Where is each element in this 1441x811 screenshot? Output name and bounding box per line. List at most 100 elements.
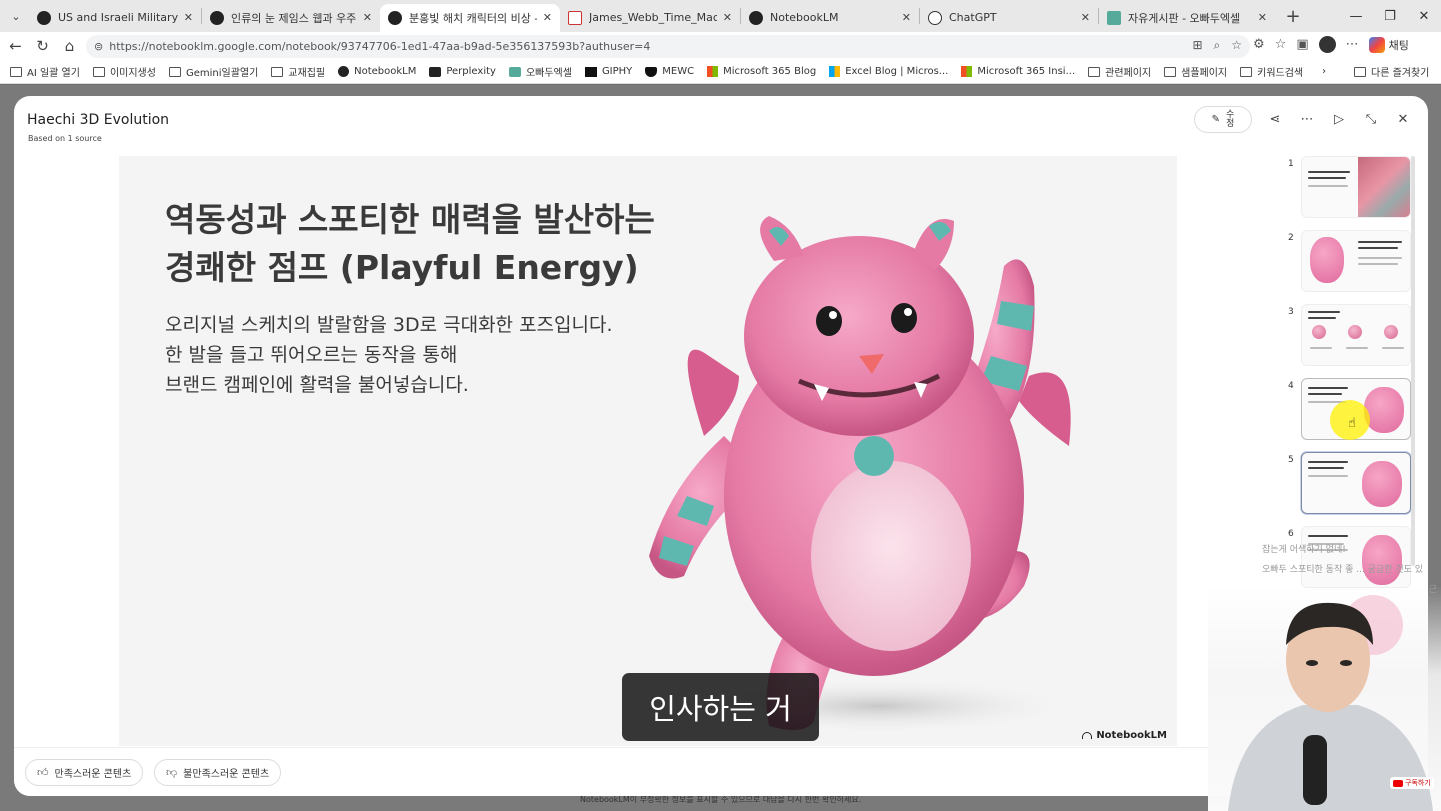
copilot-button[interactable]: 채팅: [1368, 36, 1409, 53]
notebooklm-icon: [37, 10, 51, 25]
notebooklm-icon: [210, 10, 224, 25]
current-slide: 역동성과 스포티한 매력을 발산하는 경쾌한 점프 (Playful Energ…: [119, 156, 1177, 746]
back-icon[interactable]: ←: [2, 37, 29, 55]
close-icon[interactable]: ✕: [1081, 11, 1090, 24]
bookmark-item[interactable]: Gemini일괄열기: [168, 64, 259, 79]
slide-watermark: NotebookLM: [1082, 730, 1167, 741]
minimize-icon[interactable]: —: [1339, 0, 1373, 32]
thumb-text: [1308, 171, 1350, 173]
bookmark-item[interactable]: Perplexity: [429, 66, 496, 77]
bookmark-item[interactable]: 교재집필: [271, 64, 325, 79]
slide-thumbnail[interactable]: 2: [1282, 230, 1422, 292]
tab-title: James_Webb_Time_Machine_(2).p: [589, 11, 717, 24]
more-menu-icon[interactable]: ⋯: [1346, 37, 1359, 52]
home-icon[interactable]: ⌂: [56, 37, 83, 55]
bookmark-item[interactable]: GIPHY: [584, 66, 633, 77]
browser-tab[interactable]: ChatGPT ✕: [920, 4, 1098, 32]
address-bar[interactable]: ⊜ https://notebooklm.google.com/notebook…: [86, 35, 1250, 58]
collapse-icon[interactable]: ⤡: [1362, 112, 1380, 127]
bookmark-item[interactable]: 샘플페이지: [1164, 64, 1227, 79]
bookmark-item[interactable]: 이미지생성: [92, 64, 156, 79]
giphy-icon: [584, 66, 597, 77]
chat-message: 잡는게 어색하기 없네!: [1262, 545, 1346, 555]
notebooklm-logo-icon: [1082, 732, 1093, 739]
browser-tab[interactable]: NotebookLM ✕: [741, 4, 919, 32]
tab-search-icon[interactable]: ⌄: [3, 4, 29, 28]
bookmark-label: Gemini일괄열기: [185, 68, 259, 79]
thumb-text: [1308, 311, 1340, 313]
window-close-icon[interactable]: ✕: [1407, 0, 1441, 32]
bookmark-item[interactable]: 키워드검색: [1240, 64, 1303, 79]
folder-icon: [271, 66, 284, 77]
extensions-icon[interactable]: ⚙: [1253, 37, 1265, 52]
hand-cursor-icon: ☝: [1348, 416, 1356, 431]
thumb-text: [1358, 247, 1398, 249]
board-icon: [508, 66, 521, 77]
zoom-icon[interactable]: ⌕: [1214, 38, 1221, 53]
bookmark-item[interactable]: NotebookLM: [338, 66, 416, 77]
browser-tab[interactable]: US and Israeli Military Strikes Deci ✕: [29, 4, 201, 32]
collections-icon[interactable]: ▣: [1296, 37, 1308, 52]
restore-icon[interactable]: ❐: [1373, 0, 1407, 32]
browser-tab[interactable]: 자유게시판 - 오빠두엑셀 ✕: [1099, 4, 1275, 32]
bookmark-item[interactable]: Microsoft 365 Insi...: [961, 66, 1075, 77]
notebooklm-icon: [749, 10, 763, 25]
bookmark-item[interactable]: MEWC: [645, 66, 694, 77]
favorite-star-icon[interactable]: ☆: [1231, 38, 1242, 53]
new-tab-button[interactable]: +: [1279, 6, 1307, 27]
thumbnail-preview: [1301, 304, 1411, 366]
slide-thumbnail[interactable]: 3: [1282, 304, 1422, 366]
thumbnail-number: 4: [1288, 381, 1294, 391]
bookmark-item[interactable]: 오빠두엑셀: [508, 64, 572, 79]
thumb-text: [1346, 347, 1368, 349]
close-icon[interactable]: ✕: [363, 11, 372, 24]
slide-thumbnail-selected[interactable]: 5: [1282, 452, 1422, 514]
close-icon[interactable]: ✕: [1258, 11, 1267, 24]
thumbs-down-button[interactable]: 👎︎ 불만족스러운 콘텐츠: [154, 759, 282, 786]
other-bookmarks[interactable]: 다른 즐겨찾기: [1354, 64, 1429, 79]
site-info-icon[interactable]: ⊜: [94, 40, 103, 53]
browser-tab-active[interactable]: 분홍빛 해치 캐릭터의 비상 - Note ✕: [380, 3, 560, 32]
copilot-icon: [1368, 36, 1385, 53]
thumbnail-scrollbar[interactable]: [1411, 156, 1415, 566]
bookmark-label: GIPHY: [601, 66, 633, 77]
close-icon[interactable]: ✕: [723, 11, 732, 24]
watermark-text: NotebookLM: [1096, 730, 1167, 741]
browser-tab[interactable]: James_Webb_Time_Machine_(2).p ✕: [560, 4, 740, 32]
play-icon[interactable]: ▷: [1330, 112, 1348, 127]
slide-body-line: 오리지널 스케치의 발랄함을 3D로 극대화한 포즈입니다.: [165, 314, 613, 336]
browser-tab[interactable]: 인류의 눈 제임스 웹과 우주 탐구의 ✕: [202, 4, 380, 32]
app-install-icon[interactable]: ⊞: [1192, 38, 1202, 53]
subscribe-label: 구독하기: [1405, 779, 1431, 787]
edit-button[interactable]: ✎ 수정: [1194, 106, 1252, 133]
thumb-text: [1308, 387, 1348, 389]
feedback-label: 만족스러운 콘텐츠: [54, 769, 132, 780]
close-icon[interactable]: ✕: [902, 11, 911, 24]
bookmark-item[interactable]: Microsoft 365 Blog: [707, 66, 816, 77]
slide-thumbnail[interactable]: 1: [1282, 156, 1422, 218]
slide-body: 오리지널 스케치의 발랄함을 3D로 극대화한 포즈입니다. 한 발을 들고 뛰…: [165, 310, 685, 400]
profile-avatar[interactable]: [1318, 36, 1336, 53]
share-icon[interactable]: ⋖: [1266, 112, 1284, 127]
tab-title: 인류의 눈 제임스 웹과 우주 탐구의: [231, 11, 357, 25]
slide-thumbnail[interactable]: 4 ☝: [1282, 378, 1422, 440]
bookmarks-bar: AI 일괄 열기 이미지생성 Gemini일괄열기 교재집필 NotebookL…: [0, 60, 1441, 84]
favorites-icon[interactable]: ☆: [1275, 37, 1287, 52]
close-icon[interactable]: ✕: [543, 11, 552, 24]
thumbs-up-icon: 👍︎: [37, 766, 49, 779]
bookmark-label: Perplexity: [446, 66, 496, 77]
thumb-image: [1358, 157, 1410, 217]
viewer-toolbar: ✎ 수정 ⋖ ⋯ ▷ ⤡ ✕: [1194, 106, 1412, 133]
reload-icon[interactable]: ↻: [29, 37, 56, 55]
bookmark-item[interactable]: 관련페이지: [1088, 64, 1151, 79]
chevron-right-icon[interactable]: ›: [1322, 66, 1326, 77]
thumbs-up-button[interactable]: 👍︎ 만족스러운 콘텐츠: [25, 759, 144, 786]
bookmark-item[interactable]: Excel Blog | Micros...: [829, 66, 948, 77]
close-icon[interactable]: ✕: [184, 11, 193, 24]
microsoft-icon: [829, 66, 841, 77]
bookmark-item[interactable]: AI 일괄 열기: [10, 64, 80, 79]
close-icon[interactable]: ✕: [1394, 112, 1412, 127]
thumb-text: [1358, 257, 1402, 259]
thumbnail-number: 1: [1288, 159, 1294, 169]
more-options-icon[interactable]: ⋯: [1298, 112, 1316, 127]
